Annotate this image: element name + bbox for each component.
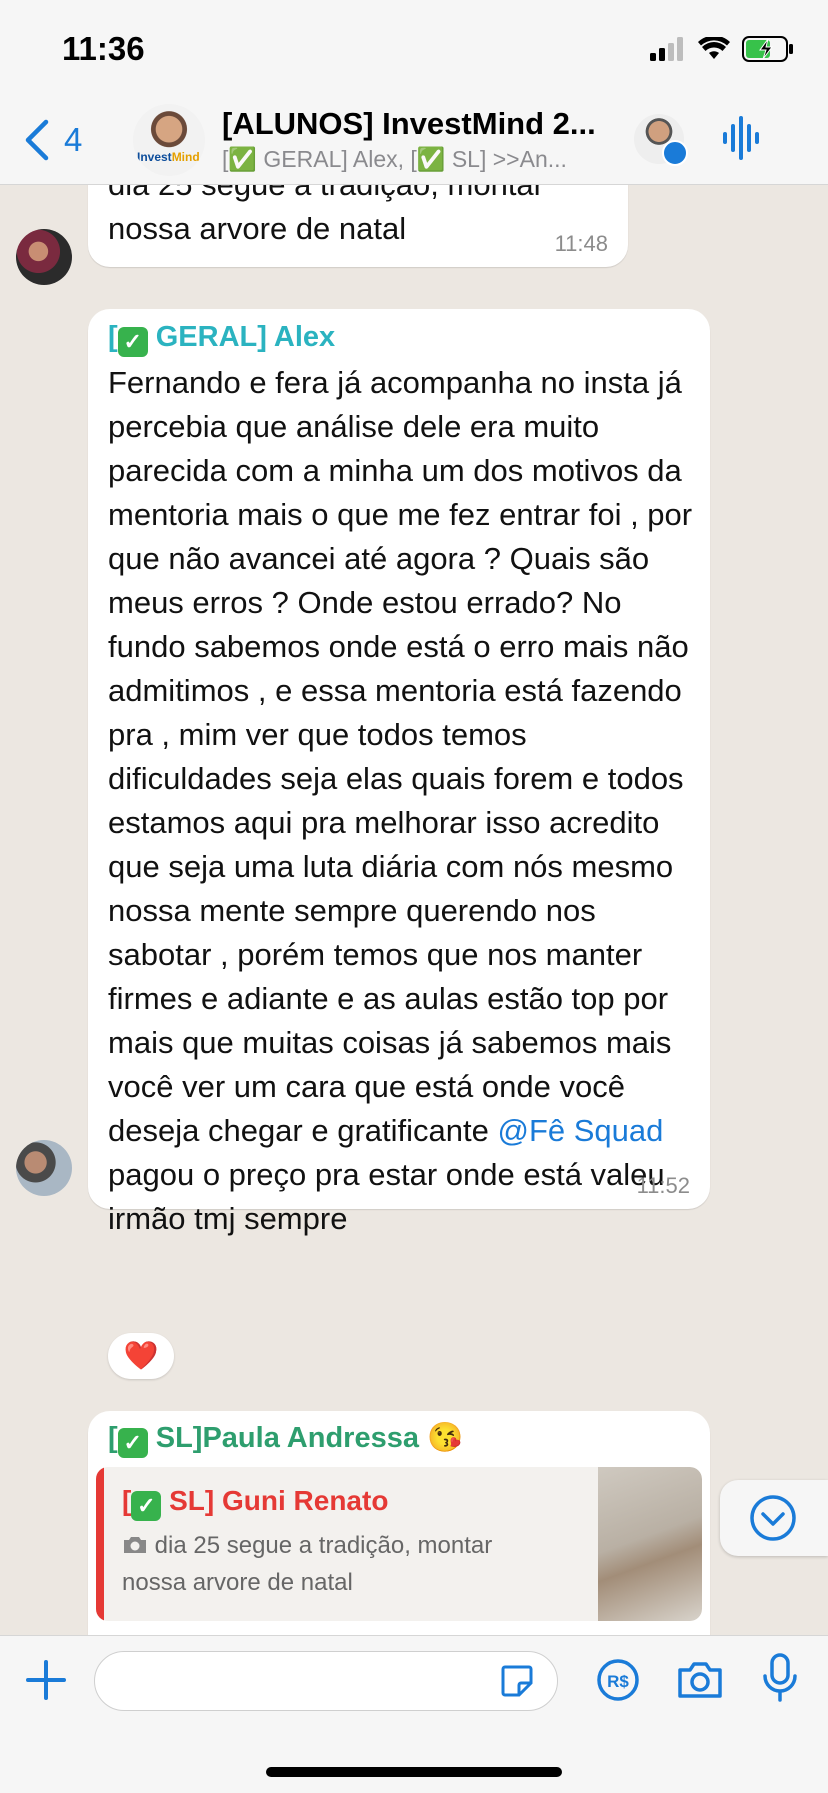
message-text: Fernando e fera já acompanha no insta já… — [108, 365, 693, 1148]
scroll-down-button[interactable] — [720, 1480, 828, 1556]
chat-header: 4 InvestMind [ALUNOS] InvestMind 2... [✅… — [0, 100, 828, 185]
message-text-line: dia 25 segue a tradição, montar — [108, 185, 544, 207]
mention-link[interactable]: @Fê Squad — [497, 1113, 663, 1148]
message-text-line: nossa arvore de natal — [108, 211, 407, 246]
message-time: 11:52 — [636, 1173, 690, 1198]
sticker-icon[interactable] — [499, 1663, 535, 1699]
quote-bar — [96, 1467, 104, 1621]
quoted-sender: [✓ SL] Guni Renato — [122, 1485, 388, 1521]
camera-icon — [124, 1537, 146, 1553]
wifi-icon — [698, 37, 730, 59]
sender-avatar[interactable] — [16, 229, 72, 285]
check-mark-icon: ✓ — [117, 327, 148, 357]
chevron-down-circle-icon — [750, 1495, 796, 1541]
status-bar: 11:36 — [0, 0, 828, 100]
cellular-signal-icon — [650, 37, 683, 61]
sender-name[interactable]: [✓ GERAL] Alex — [108, 321, 335, 357]
group-logo: InvestMind — [137, 150, 200, 164]
sender-label: GERAL] Alex — [155, 321, 336, 353]
home-indicator — [266, 1767, 562, 1777]
payment-icon[interactable]: R$ — [596, 1658, 640, 1702]
sender-prefix: [ — [108, 1422, 118, 1454]
back-button[interactable]: 4 — [24, 118, 82, 162]
svg-text:R$: R$ — [607, 1672, 629, 1691]
quoted-message[interactable]: [✓ SL] Guni Renato dia 25 segue a tradiç… — [96, 1467, 702, 1621]
quoted-photo-thumbnail[interactable] — [598, 1467, 702, 1621]
plus-icon[interactable] — [24, 1658, 68, 1702]
chat-subtitle[interactable]: [✅ GERAL] Alex, [✅ SL] >>An... — [222, 146, 567, 173]
status-icons — [650, 36, 794, 62]
verified-badge-icon — [662, 140, 688, 166]
sender-label: SL]Paula Andressa 😘 — [155, 1422, 464, 1454]
sender-name[interactable]: [✓ SL]Paula Andressa 😘 — [108, 1421, 463, 1458]
battery-charging-icon — [742, 36, 793, 62]
message-bubble[interactable]: [✓ GERAL] Alex Fernando e fera já acompa… — [88, 309, 710, 1236]
check-mark-icon: ✓ — [117, 1428, 148, 1458]
check-mark-icon: ✓ — [131, 1491, 162, 1521]
quoted-name: SL] Guni Renato — [169, 1485, 389, 1516]
group-avatar[interactable]: InvestMind — [133, 104, 205, 176]
audio-waveform-icon — [723, 116, 759, 160]
sender-prefix: [ — [108, 321, 118, 353]
message-bubble[interactable]: dia 25 segue a tradição, montar nossa ar… — [88, 185, 628, 267]
message-text: pagou o preço pra estar onde está valeu … — [108, 1157, 665, 1236]
message-body: Fernando e fera já acompanha no insta já… — [108, 361, 698, 1241]
camera-icon[interactable] — [676, 1660, 724, 1700]
quoted-text: dia 25 segue a tradição, montar nossa ar… — [122, 1527, 542, 1601]
message-time: 11:48 — [554, 231, 608, 256]
status-time: 11:36 — [62, 30, 145, 67]
chat-title[interactable]: [ALUNOS] InvestMind 2... — [222, 106, 596, 142]
microphone-icon[interactable] — [760, 1652, 800, 1704]
quoted-text-content: dia 25 segue a tradição, montar nossa ar… — [122, 1532, 493, 1596]
message-input[interactable] — [94, 1651, 558, 1711]
chevron-left-icon — [25, 119, 49, 161]
unread-count: 4 — [64, 121, 83, 158]
quoted-prefix: [ — [122, 1485, 132, 1516]
reaction-badge[interactable]: ❤️ — [108, 1333, 174, 1379]
chat-area[interactable]: dia 25 segue a tradição, montar nossa ar… — [0, 185, 828, 1635]
sender-avatar[interactable] — [16, 1140, 72, 1196]
audio-call-button[interactable] — [722, 116, 762, 165]
